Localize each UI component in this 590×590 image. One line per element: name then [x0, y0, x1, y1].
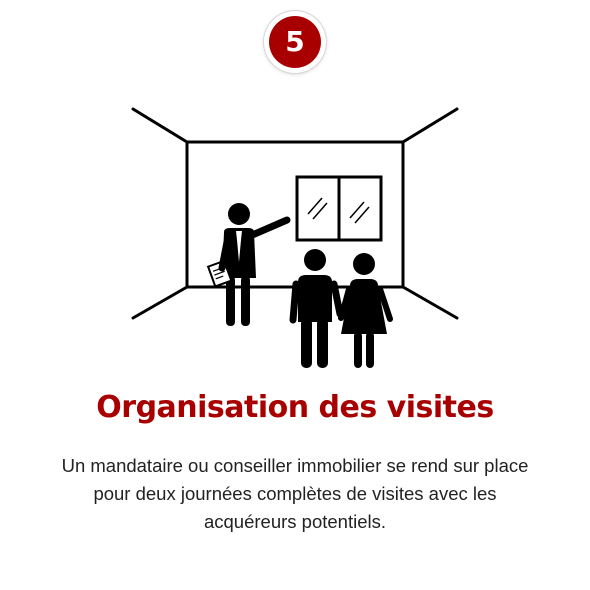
step-badge: 5 [264, 11, 326, 73]
step-number: 5 [269, 16, 321, 68]
property-visit-icon [131, 107, 459, 368]
agent-figure [206, 203, 291, 326]
section-title: Organisation des visites [96, 390, 494, 425]
section-description: Un mandataire ou conseiller immobilier s… [61, 455, 529, 532]
visitor-man-figure [289, 249, 344, 368]
window-icon [295, 175, 383, 242]
visitor-woman-figure [338, 253, 393, 368]
